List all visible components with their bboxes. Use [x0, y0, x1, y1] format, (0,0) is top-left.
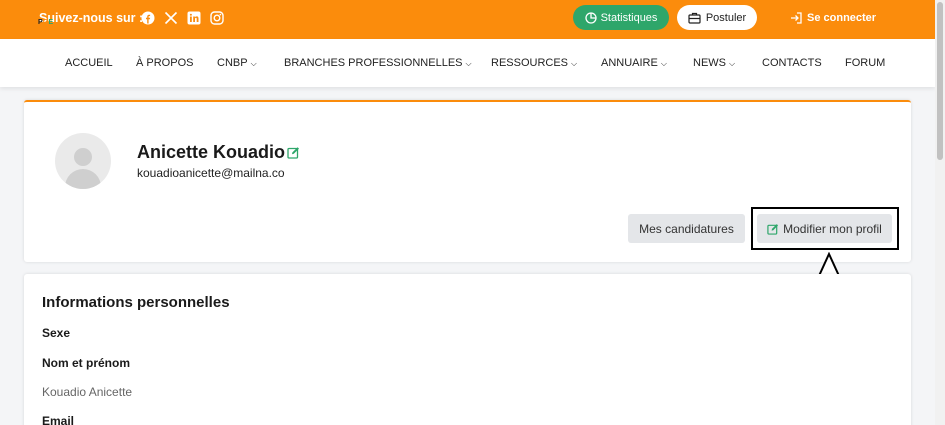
- nav-label: À PROPOS: [136, 57, 194, 69]
- briefcase-icon: [688, 12, 701, 24]
- avatar: [55, 133, 111, 189]
- nav-label: RESSOURCES: [491, 57, 569, 69]
- sign-in-icon: [791, 12, 802, 24]
- field-label-email: Email: [42, 414, 75, 425]
- login-link[interactable]: Se connecter: [790, 12, 876, 24]
- chevron-down-icon: ⌵: [250, 59, 257, 68]
- scrollbar-thumb[interactable]: [937, 2, 943, 160]
- field-label-nom-prenom: Nom et prénom: [42, 356, 131, 370]
- nav-label: CONTACTS: [762, 57, 822, 69]
- field-value-nom-prenom: Kouadio Anicette: [42, 385, 133, 399]
- personal-info-title: Informations personnelles: [42, 294, 230, 311]
- follow-us-label: Suivez-nous sur :: [39, 11, 144, 25]
- nav-label: ACCUEIL: [65, 57, 113, 69]
- apply-button[interactable]: Postuler: [677, 5, 757, 30]
- nav-item-accueil[interactable]: ACCUEIL: [65, 57, 113, 69]
- chevron-down-icon: ⌵: [571, 59, 578, 68]
- nav-label: ANNUAIRE: [601, 57, 658, 69]
- chevron-down-icon: ⌵: [660, 59, 667, 68]
- site-logo[interactable]: POE: [38, 19, 53, 26]
- nav-item-ressources[interactable]: RESSOURCES ⌵: [491, 57, 577, 69]
- annotation-highlight-box: [751, 207, 899, 250]
- x-icon[interactable]: [164, 11, 178, 25]
- linkedin-icon[interactable]: [187, 11, 201, 25]
- nav-item-branches-professionnelles[interactable]: BRANCHES PROFESSIONNELLES ⌵: [284, 57, 472, 69]
- logo-letter-e: E: [48, 19, 54, 26]
- login-label: Se connecter: [807, 12, 877, 24]
- nav-label: CNBP: [217, 57, 248, 69]
- nav-item-news[interactable]: NEWS ⌵: [693, 57, 735, 69]
- nav-item-a-propos[interactable]: À PROPOS: [136, 57, 193, 69]
- apply-label: Postuler: [705, 11, 747, 24]
- chevron-down-icon: ⌵: [729, 59, 736, 68]
- nav-item-cnbp[interactable]: CNBP ⌵: [217, 57, 257, 69]
- nav-label: FORUM: [845, 57, 886, 69]
- nav-item-annuaire[interactable]: ANNUAIRE ⌵: [601, 57, 667, 69]
- statistics-label: Statistiques: [600, 11, 658, 24]
- my-applications-label: Mes candidatures: [639, 221, 734, 236]
- nav-item-contacts[interactable]: CONTACTS: [762, 57, 822, 69]
- instagram-icon[interactable]: [210, 11, 224, 25]
- field-label-sexe: Sexe: [42, 326, 71, 340]
- profile-name: Anicette Kouadio: [137, 142, 286, 162]
- chevron-down-icon: ⌵: [465, 59, 472, 68]
- statistics-button[interactable]: Statistiques: [573, 5, 669, 30]
- my-applications-button[interactable]: Mes candidatures: [628, 214, 745, 243]
- nav-item-forum[interactable]: FORUM: [845, 57, 885, 69]
- nav-label: NEWS: [693, 57, 726, 69]
- avatar-body: [65, 169, 101, 189]
- facebook-icon[interactable]: [141, 11, 155, 25]
- profile-email: kouadioanicette@mailna.co: [137, 166, 285, 180]
- pie-chart-icon: [584, 11, 597, 24]
- nav-label: BRANCHES PROFESSIONNELLES: [284, 57, 463, 69]
- edit-icon[interactable]: [287, 146, 300, 159]
- avatar-head: [74, 148, 92, 166]
